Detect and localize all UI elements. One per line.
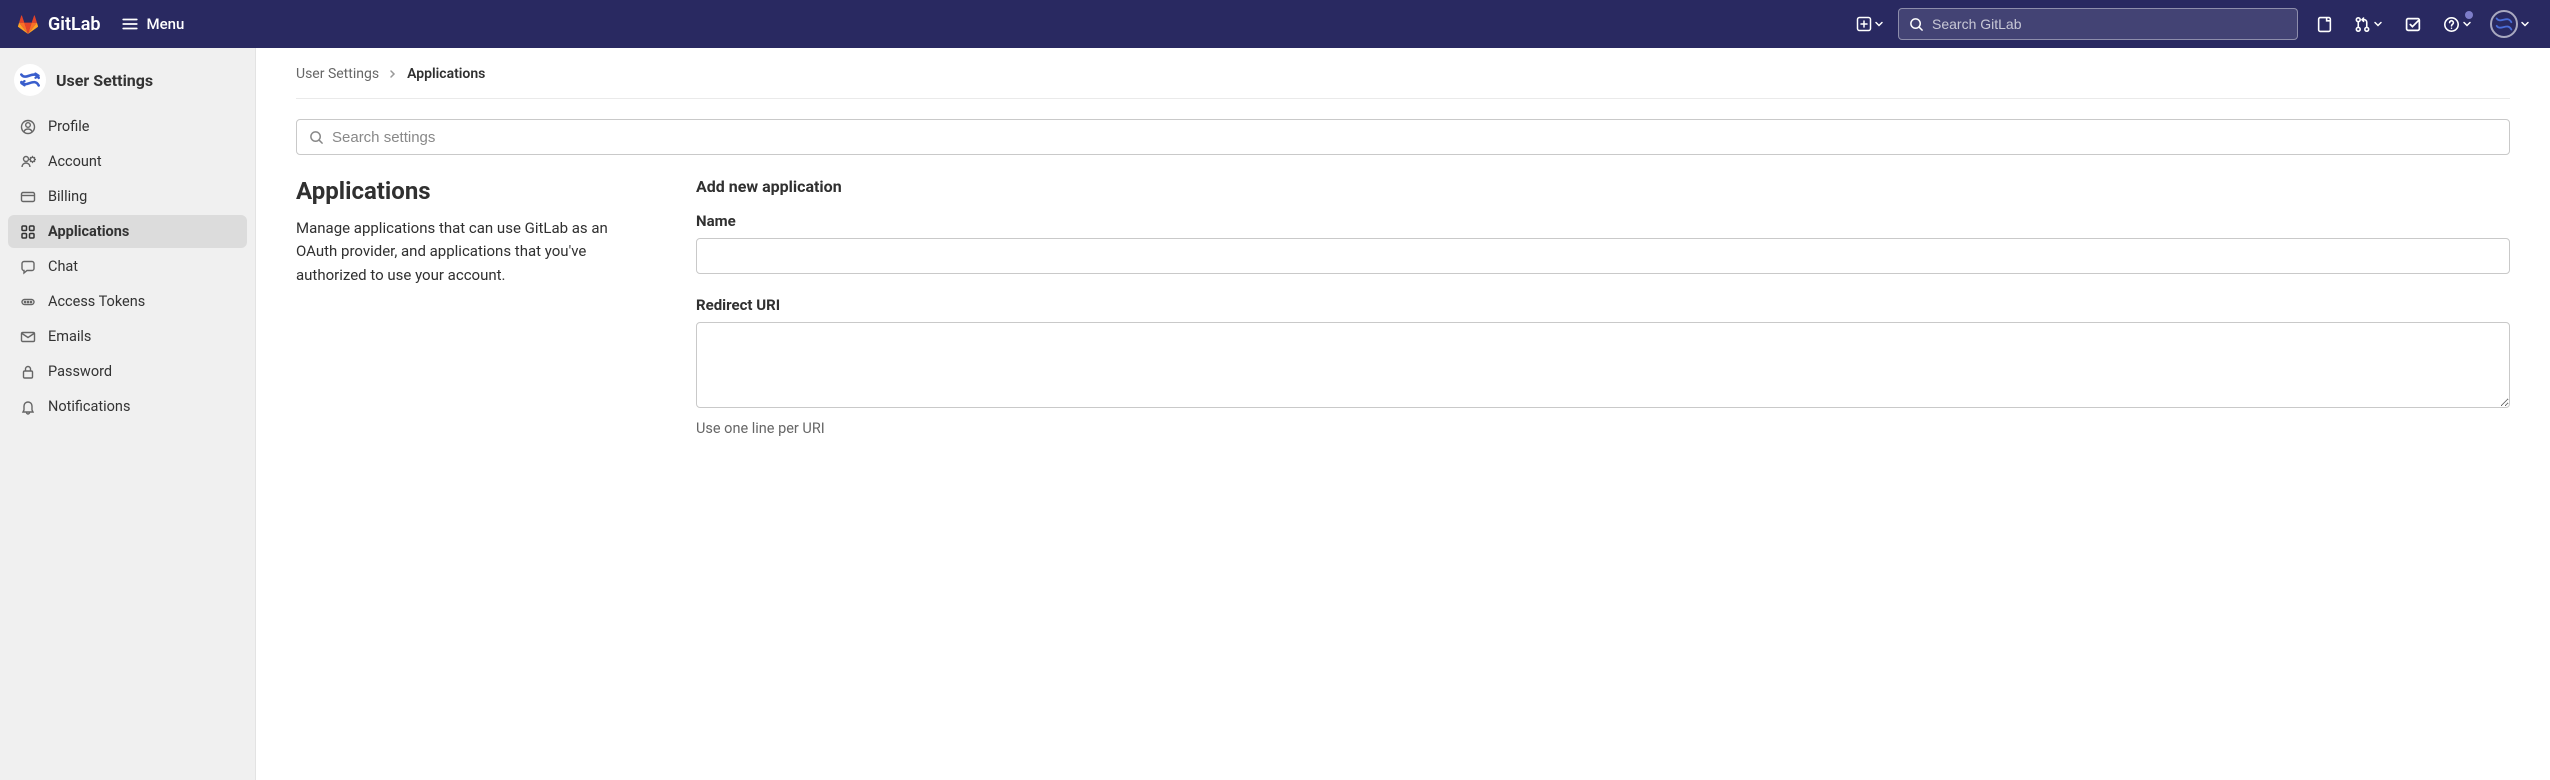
- breadcrumb-item-current[interactable]: Applications: [407, 66, 485, 82]
- sidebar-item-account[interactable]: Account: [8, 145, 247, 178]
- redirect-uri-label: Redirect URI: [696, 296, 2510, 314]
- top-navbar: GitLab Menu: [0, 0, 2550, 48]
- help-icon: [2443, 16, 2460, 33]
- sidebar-item-label: Emails: [48, 328, 91, 345]
- sidebar-item-password[interactable]: Password: [8, 355, 247, 388]
- search-icon: [1909, 17, 1924, 32]
- plus-square-icon: [1856, 16, 1872, 32]
- notification-dot: [2465, 11, 2473, 19]
- sidebar-item-emails[interactable]: Emails: [8, 320, 247, 353]
- global-search[interactable]: [1898, 8, 2298, 40]
- global-search-input[interactable]: [1932, 16, 2287, 32]
- todos-link[interactable]: [2397, 8, 2429, 40]
- apps-icon: [20, 224, 36, 240]
- chevron-right-icon: [389, 69, 397, 79]
- chevron-down-icon: [1874, 19, 1884, 29]
- sidebar-item-chat[interactable]: Chat: [8, 250, 247, 283]
- sidebar-avatar: [14, 64, 46, 96]
- mail-icon: [20, 329, 36, 345]
- redirect-uri-help: Use one line per URI: [696, 420, 2510, 437]
- hamburger-icon: [121, 15, 139, 33]
- sidebar-item-label: Profile: [48, 118, 89, 135]
- todo-check-icon: [2405, 16, 2422, 33]
- bell-icon: [20, 399, 36, 415]
- chevron-down-icon: [2462, 19, 2472, 29]
- chat-icon: [20, 259, 36, 275]
- main-content: User Settings Applications Applications …: [256, 48, 2550, 780]
- chevron-down-icon: [2520, 19, 2530, 29]
- sidebar-item-access-tokens[interactable]: Access Tokens: [8, 285, 247, 318]
- search-icon: [309, 130, 324, 145]
- menu-label: Menu: [147, 15, 185, 33]
- lock-icon: [20, 364, 36, 380]
- user-menu-button[interactable]: [2486, 8, 2534, 40]
- document-icon: [2316, 16, 2333, 33]
- issues-link[interactable]: [2308, 8, 2340, 40]
- sidebar-item-notifications[interactable]: Notifications: [8, 390, 247, 423]
- sidebar-item-label: Billing: [48, 188, 87, 205]
- billing-icon: [20, 189, 36, 205]
- sidebar-item-applications[interactable]: Applications: [8, 215, 247, 248]
- merge-requests-button[interactable]: [2350, 8, 2387, 40]
- gitlab-logo-icon: [16, 12, 40, 36]
- application-name-input[interactable]: [696, 238, 2510, 274]
- sidebar-item-billing[interactable]: Billing: [8, 180, 247, 213]
- menu-button[interactable]: Menu: [111, 9, 195, 39]
- gitlab-logo[interactable]: GitLab: [16, 12, 101, 36]
- user-avatar: [2490, 10, 2518, 38]
- help-button[interactable]: [2439, 8, 2476, 40]
- page-title: Applications: [296, 177, 636, 205]
- token-icon: [20, 294, 36, 310]
- sidebar-item-label: Notifications: [48, 398, 130, 415]
- sidebar-item-label: Access Tokens: [48, 293, 145, 310]
- sidebar-item-label: Chat: [48, 258, 78, 275]
- account-icon: [20, 154, 36, 170]
- settings-search[interactable]: [296, 119, 2510, 155]
- create-new-button[interactable]: [1852, 8, 1888, 40]
- name-label: Name: [696, 212, 2510, 230]
- breadcrumb-item[interactable]: User Settings: [296, 66, 379, 82]
- page-description: Manage applications that can use GitLab …: [296, 217, 636, 287]
- sidebar-item-label: Password: [48, 363, 112, 380]
- sidebar-item-profile[interactable]: Profile: [8, 110, 247, 143]
- sidebar-header[interactable]: User Settings: [0, 60, 255, 110]
- redirect-uri-input[interactable]: [696, 322, 2510, 408]
- breadcrumb: User Settings Applications: [296, 66, 2510, 99]
- merge-request-icon: [2354, 16, 2371, 33]
- form-section-title: Add new application: [696, 177, 2510, 196]
- sidebar-item-label: Account: [48, 153, 102, 170]
- sidebar: User Settings Profile Account Billing Ap…: [0, 48, 256, 780]
- settings-search-input[interactable]: [332, 129, 2497, 146]
- profile-icon: [20, 119, 36, 135]
- chevron-down-icon: [2373, 19, 2383, 29]
- brand-label: GitLab: [48, 14, 101, 35]
- sidebar-item-label: Applications: [48, 223, 129, 240]
- sidebar-title: User Settings: [56, 71, 153, 90]
